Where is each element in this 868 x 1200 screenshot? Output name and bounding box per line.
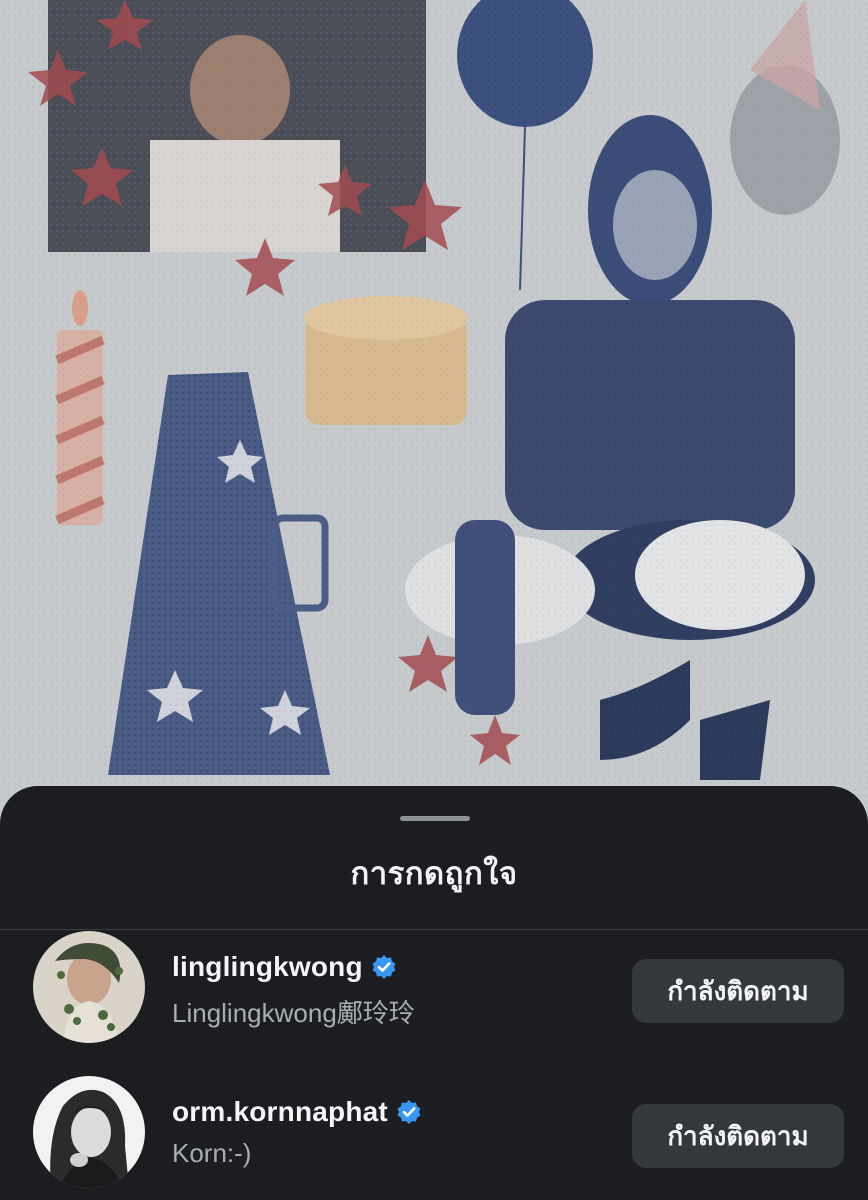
following-button[interactable]: กำลังติดตาม [632, 1104, 844, 1168]
full-name: Korn:-) [172, 1138, 252, 1168]
verified-badge-icon [397, 1100, 421, 1124]
post-image [0, 0, 868, 830]
divider [0, 929, 868, 930]
username[interactable]: linglingkwong [172, 951, 363, 983]
avatar[interactable] [33, 1076, 145, 1188]
likes-sheet: การกดถูกใจ linglingkwong Linglingkwong鄺玲… [0, 786, 868, 1200]
verified-badge-icon [372, 955, 396, 979]
drag-handle-icon[interactable] [400, 816, 470, 821]
liker-row[interactable]: linglingkwong Linglingkwong鄺玲玲 กำลังติดต… [0, 931, 868, 1051]
avatar[interactable] [33, 931, 145, 1043]
following-button[interactable]: กำลังติดตาม [632, 959, 844, 1023]
username[interactable]: orm.kornnaphat [172, 1096, 388, 1128]
liker-row[interactable]: orm.kornnaphat Korn:-) กำลังติดตาม [0, 1076, 868, 1196]
full-name: Linglingkwong鄺玲玲 [172, 998, 415, 1028]
sheet-title: การกดถูกใจ [350, 856, 518, 891]
screen: การกดถูกใจ linglingkwong Linglingkwong鄺玲… [0, 0, 868, 1200]
